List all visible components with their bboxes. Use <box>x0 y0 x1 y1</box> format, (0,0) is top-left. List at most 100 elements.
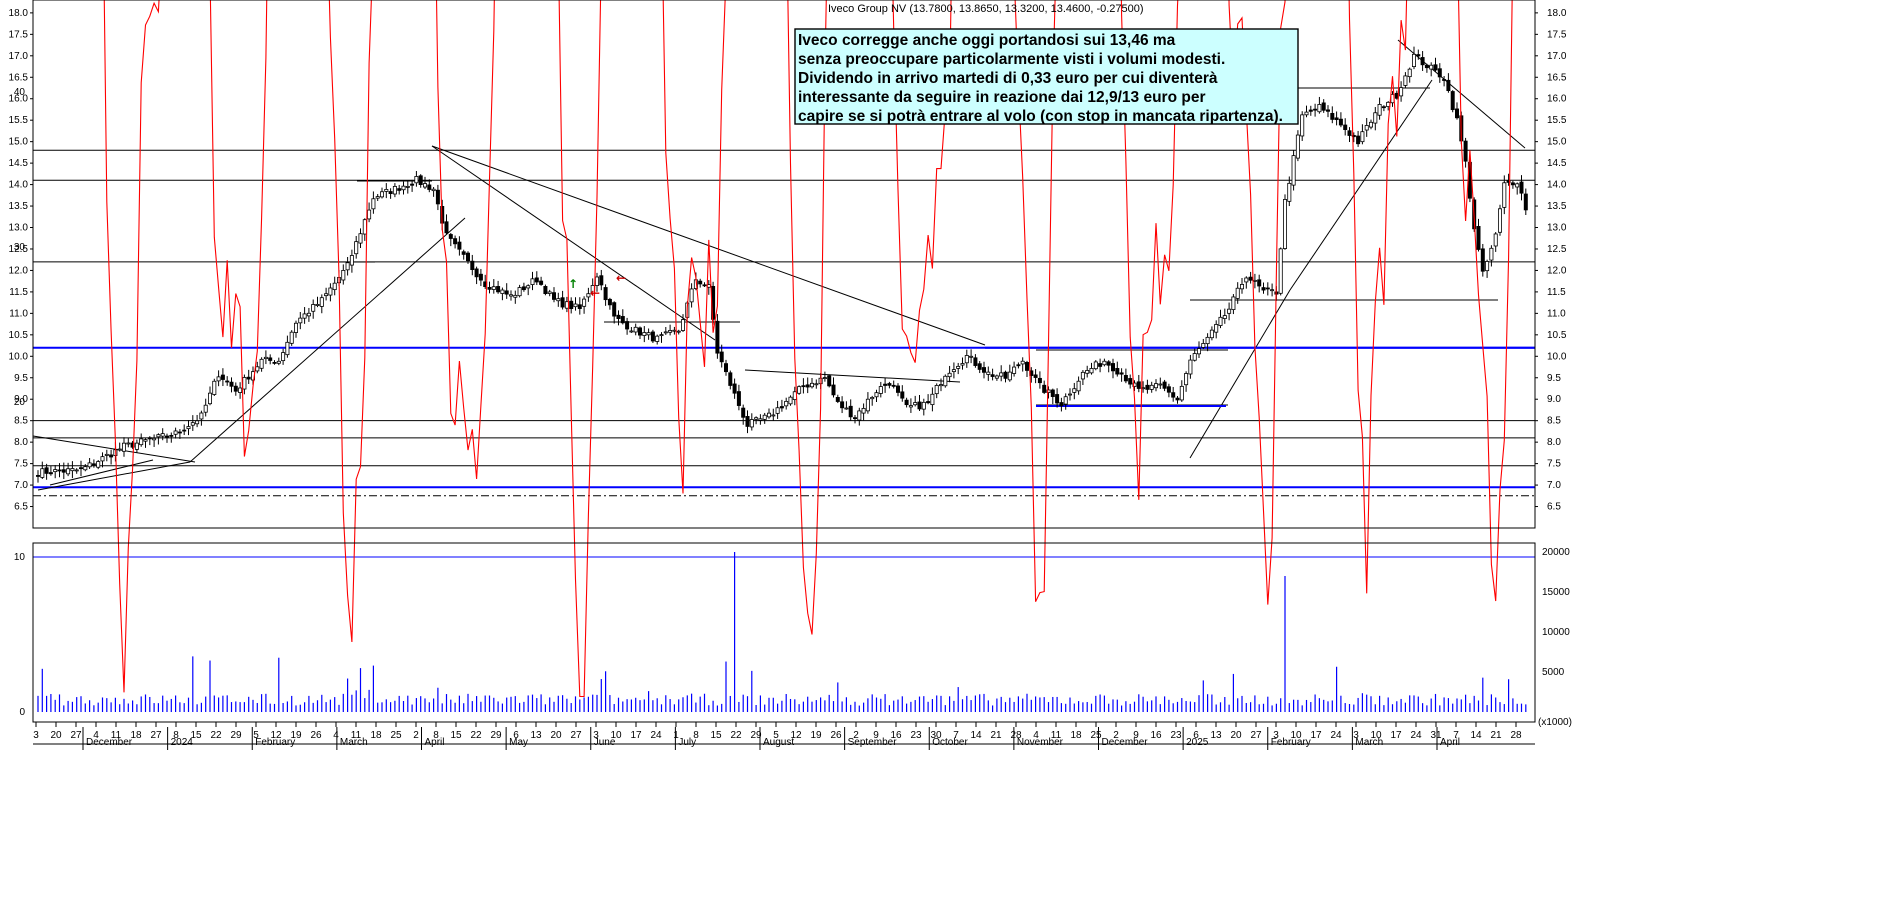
candle-body-12 <box>87 462 92 468</box>
indicator-label-4: 40 <box>14 87 26 98</box>
price-label-right-12: 12.5 <box>1547 244 1567 255</box>
chart-title: Iveco Group NV (13.7800, 13.8650, 13.320… <box>828 3 1144 15</box>
candle-body-39 <box>203 404 208 413</box>
candle-body-89 <box>418 175 423 186</box>
candle-body-341 <box>1502 182 1507 208</box>
candle-body-97 <box>453 238 458 245</box>
candle-body-246 <box>1093 361 1098 370</box>
candle-body-165 <box>745 416 750 427</box>
candle-body-302 <box>1334 117 1339 121</box>
candle-body-267 <box>1184 373 1189 386</box>
candle-body-338 <box>1489 247 1494 261</box>
candle-body-166 <box>749 419 754 428</box>
candle-body-9 <box>74 469 79 472</box>
candle-body-63 <box>306 312 311 317</box>
candle-body-44 <box>225 380 230 383</box>
candle-body-239 <box>1063 396 1068 405</box>
candle-body-122 <box>560 297 565 308</box>
price-label-right-13: 13.0 <box>1547 223 1567 234</box>
indicator-label-1: 10 <box>14 552 26 563</box>
price-label-right-18: 15.5 <box>1547 115 1567 126</box>
candle-body-307 <box>1356 135 1361 145</box>
candle-body-332 <box>1463 140 1468 162</box>
candle-body-337 <box>1485 261 1490 272</box>
candle-body-297 <box>1313 108 1318 111</box>
candle-body-60 <box>293 322 298 333</box>
x-day-label-25: 13 <box>530 730 542 741</box>
candle-body-236 <box>1050 389 1055 397</box>
candle-body-100 <box>465 252 470 262</box>
candle-body-77 <box>367 209 372 220</box>
candle-body-108 <box>500 289 505 294</box>
price-label-right-16: 14.5 <box>1547 158 1567 169</box>
candle-body-248 <box>1102 360 1107 366</box>
price-label-right-9: 11.0 <box>1547 308 1566 319</box>
candle-body-145 <box>659 334 664 337</box>
candle-body-103 <box>478 273 483 281</box>
candle-body-335 <box>1476 226 1481 250</box>
price-label-left-13: 13.0 <box>9 223 29 234</box>
candle-body-185 <box>831 384 836 396</box>
x-day-label-17: 18 <box>370 730 382 741</box>
candle-body-323 <box>1424 64 1429 69</box>
indicator-label-0: 0 <box>19 707 25 718</box>
candle-body-223 <box>994 375 999 379</box>
candle-body-193 <box>865 398 870 412</box>
volume-label-2: 15000 <box>1542 587 1570 598</box>
candle-body-68 <box>328 287 333 296</box>
x-day-label-9: 22 <box>210 730 222 741</box>
candle-body-143 <box>650 331 655 342</box>
x-day-label-6: 27 <box>150 730 162 741</box>
annotation-line-5: capire se si potrà entrare al volo (con … <box>798 108 1283 125</box>
candle-body-181 <box>814 383 819 386</box>
candle-body-228 <box>1016 364 1021 367</box>
x-day-label-73: 21 <box>1490 730 1502 741</box>
candle-body-254 <box>1128 378 1133 385</box>
candle-body-241 <box>1072 388 1077 393</box>
candle-body-262 <box>1162 381 1167 389</box>
candle-body-180 <box>810 382 815 388</box>
candle-body-38 <box>199 412 204 420</box>
candle-body-95 <box>444 221 449 234</box>
x-day-label-35: 22 <box>730 730 742 741</box>
price-label-right-4: 8.5 <box>1547 416 1561 427</box>
candle-body-261 <box>1158 383 1163 386</box>
price-label-right-17: 15.0 <box>1547 137 1567 148</box>
candle-body-326 <box>1437 68 1442 78</box>
x-day-label-14: 26 <box>310 730 322 741</box>
candle-body-207 <box>926 401 931 404</box>
candle-body-160 <box>724 363 729 373</box>
candle-body-194 <box>870 397 875 400</box>
candle-body-213 <box>951 369 956 373</box>
candle-body-124 <box>569 300 574 310</box>
candle-body-305 <box>1347 130 1352 136</box>
x-day-label-72: 14 <box>1470 730 1482 741</box>
candle-body-229 <box>1020 360 1025 365</box>
x-day-label-61: 27 <box>1250 730 1262 741</box>
signal-arrow-2: ← <box>616 271 626 285</box>
candle-body-286 <box>1265 287 1270 290</box>
candle-body-162 <box>732 383 737 394</box>
candle-body-33 <box>177 431 182 434</box>
candle-body-282 <box>1248 276 1253 281</box>
price-label-right-22: 17.5 <box>1547 29 1567 40</box>
candle-body-328 <box>1446 79 1451 91</box>
candle-body-115 <box>530 278 535 285</box>
candle-body-139 <box>633 326 638 333</box>
x-month-label-11: November <box>1017 737 1064 748</box>
price-label-left-0: 6.5 <box>14 502 28 513</box>
candle-body-28 <box>156 434 161 438</box>
candle-body-138 <box>629 330 634 333</box>
candle-body-300 <box>1326 109 1331 112</box>
candle-body-4 <box>53 469 58 473</box>
candle-body-52 <box>259 358 264 369</box>
candle-body-230 <box>1025 362 1030 371</box>
candle-body-278 <box>1231 296 1236 310</box>
candle-body-269 <box>1192 353 1197 361</box>
candle-body-75 <box>358 233 363 244</box>
candle-body-287 <box>1270 289 1275 292</box>
x-month-label-4: April <box>425 737 445 748</box>
candle-body-154 <box>698 280 703 285</box>
candle-body-292 <box>1291 155 1296 186</box>
candle-body-224 <box>999 372 1004 377</box>
